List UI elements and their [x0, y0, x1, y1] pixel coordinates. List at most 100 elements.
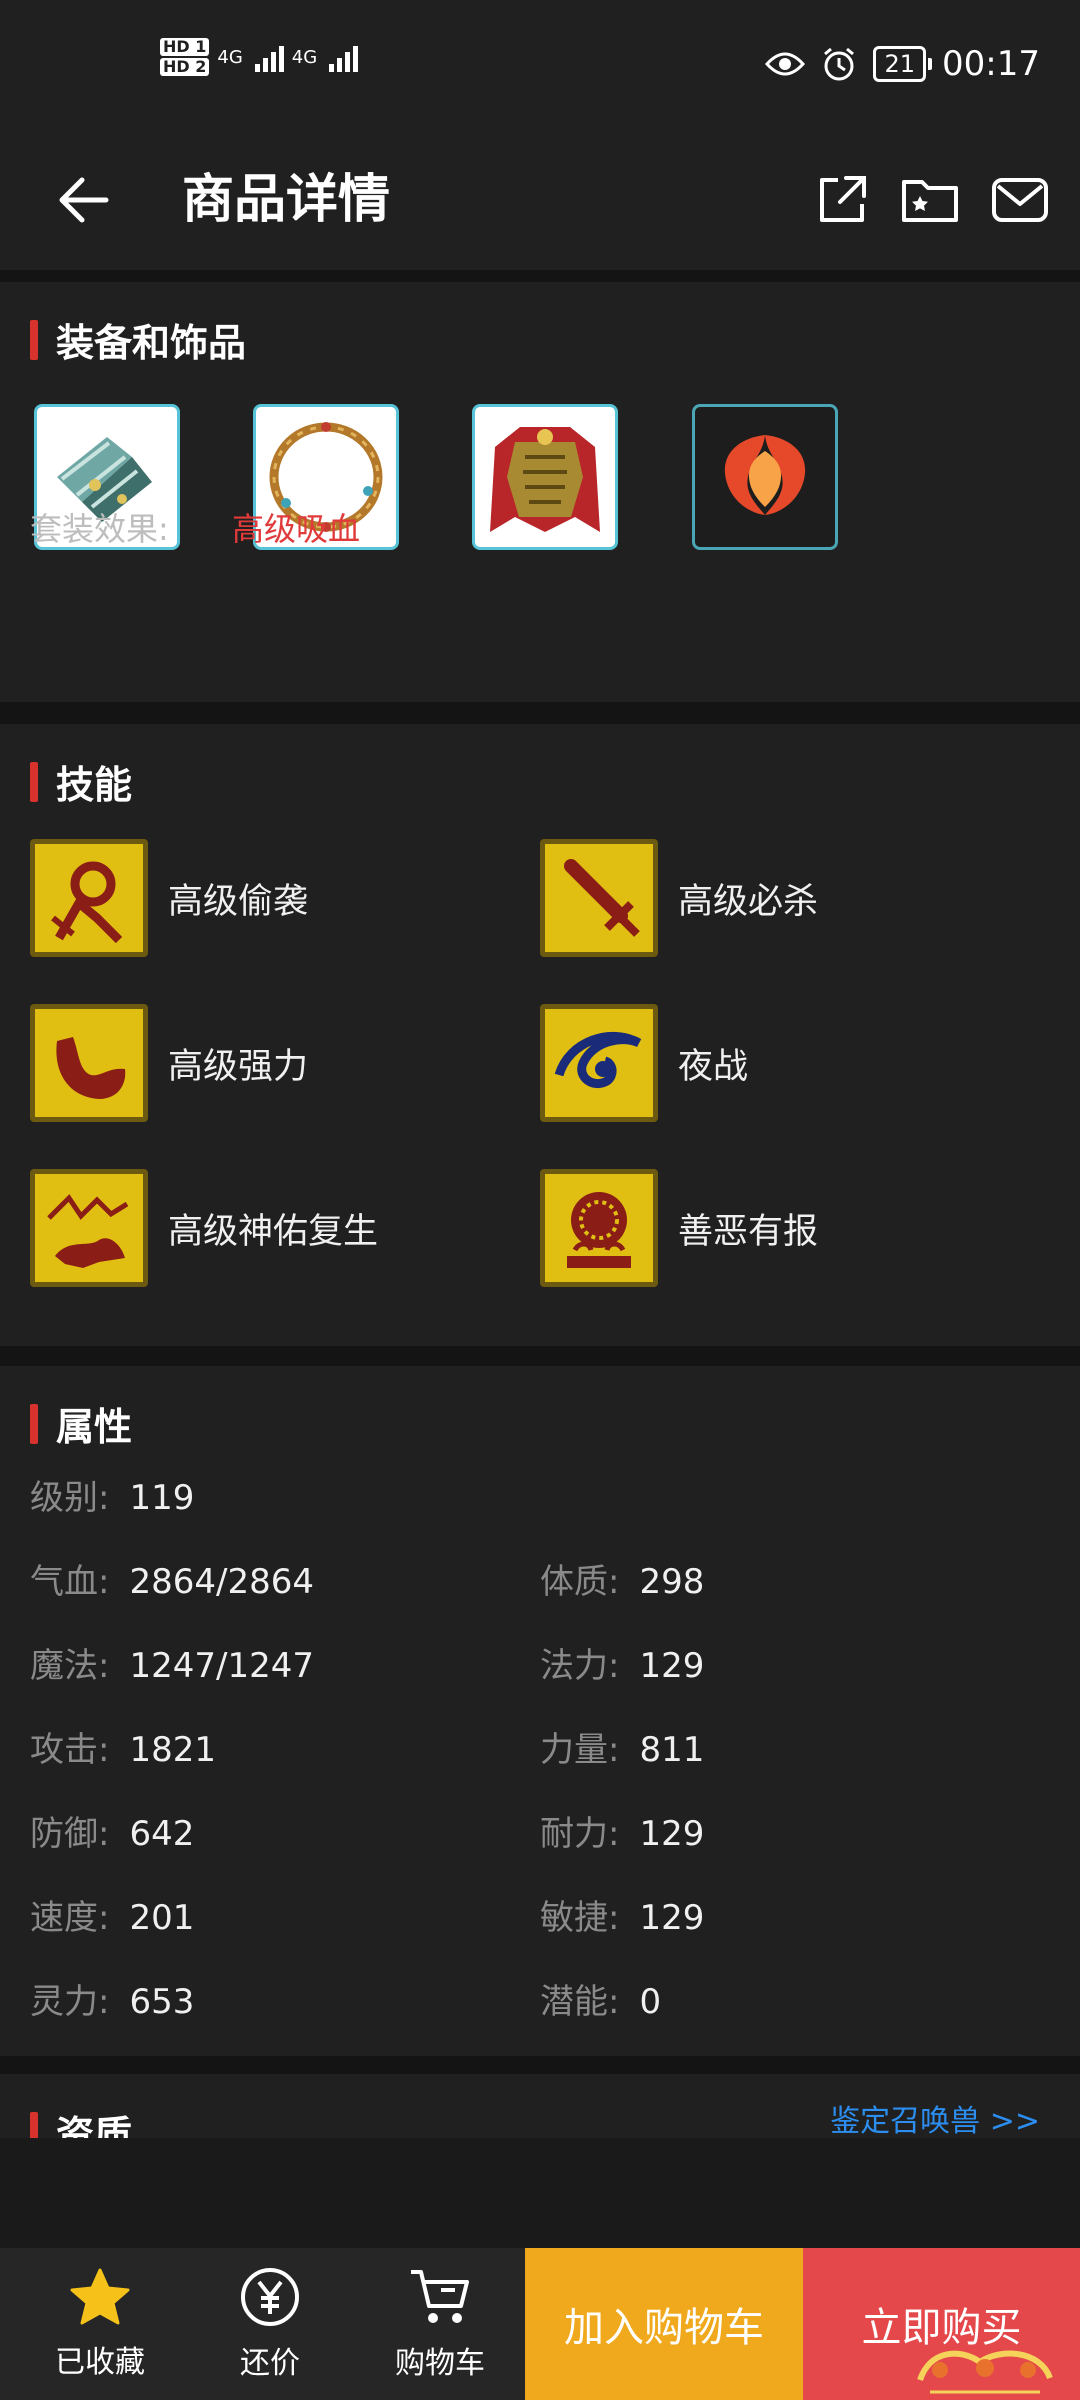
strength-arm-icon [30, 1004, 148, 1122]
attr-row-left: 魔法: 1247/1247 [30, 1638, 314, 1687]
attr-row-right: 力量: 811 [540, 1722, 704, 1771]
cart-label: 购物车 [395, 2346, 485, 2381]
sneak-attack-icon [30, 839, 148, 957]
attr-label: 攻击: [30, 1730, 110, 1770]
attr-value: 298 [639, 1562, 705, 1602]
skill-name: 高级偷袭 [168, 881, 309, 922]
skill-item[interactable]: 高级强力 [30, 1004, 308, 1122]
appraise-pet-link[interactable]: 鉴定召唤兽 >> [830, 2096, 1040, 2138]
favorite-button[interactable]: 已收藏 [15, 2248, 185, 2400]
attr-row-right: 体质: 298 [540, 1554, 704, 1603]
attr-label: 耐力: [540, 1814, 620, 1854]
network-type-1: 4G [217, 46, 243, 68]
eye-icon [540, 1004, 658, 1122]
section-title-skills: 技能 [30, 754, 132, 809]
attr-row-right: 耐力: 129 [540, 1806, 704, 1855]
attr-label: 敏捷: [540, 1898, 620, 1938]
flame-emblem-icon[interactable] [692, 404, 838, 550]
status-bar: HD 1 HD 2 4G 4G 21 00:17 [0, 0, 1080, 130]
cart-button[interactable]: 购物车 [355, 2248, 525, 2400]
attr-label: 体质: [540, 1562, 620, 1602]
skill-name: 高级必杀 [678, 881, 819, 922]
attr-level: 级别: 119 [30, 1470, 194, 1519]
favorite-folder-icon[interactable] [898, 168, 962, 232]
attr-row-right: 潜能: 0 [540, 1974, 661, 2023]
attr-value: 1821 [129, 1730, 216, 1770]
attr-label: 气血: [30, 1562, 110, 1602]
attr-row-left: 灵力: 653 [30, 1974, 194, 2023]
skill-name: 善恶有报 [678, 1211, 819, 1252]
clock: 00:17 [942, 44, 1040, 84]
forum-watermark-logo [917, 2350, 1053, 2394]
attr-value: 201 [129, 1898, 195, 1938]
attr-row-left: 气血: 2864/2864 [30, 1554, 314, 1603]
attr-value: 2864/2864 [129, 1562, 314, 1602]
armor-icon[interactable] [472, 404, 618, 550]
attr-label: 防御: [30, 1814, 110, 1854]
attributes-section: 属性 级别: 119 气血: 2864/2864 体质: 298 魔法: 1247/12… [0, 1366, 1080, 2056]
attr-value: 653 [129, 1982, 195, 2022]
skill-item[interactable]: 高级必杀 [540, 839, 818, 957]
skill-item[interactable]: 高级神佑复生 [30, 1169, 378, 1287]
app-header: 商品详情 [0, 130, 1080, 270]
signal-bars-1-icon [254, 42, 284, 72]
star-icon [70, 2268, 130, 2325]
attr-row-left: 攻击: 1821 [30, 1722, 216, 1771]
page-title: 商品详情 [182, 170, 391, 230]
section-title-attributes: 属性 [30, 1396, 132, 1451]
network-indicators: HD 1 HD 2 4G 4G [160, 38, 359, 76]
yen-coin-icon [241, 2268, 299, 2326]
attr-row-right: 法力: 129 [540, 1638, 704, 1687]
hd2-badge: HD 2 [160, 58, 210, 76]
section-title-aptitude: 资质 [30, 2104, 132, 2138]
attr-row-left: 速度: 201 [30, 1890, 194, 1939]
attr-label: 魔法: [30, 1646, 110, 1686]
skill-name: 高级神佑复生 [168, 1211, 379, 1252]
attr-value: 129 [639, 1646, 705, 1686]
attr-row-left: 防御: 642 [30, 1806, 194, 1855]
hd1-badge: HD 1 [160, 38, 210, 56]
bottom-overlay [0, 2138, 1080, 2248]
karma-icon [540, 1169, 658, 1287]
bargain-label: 还价 [240, 2346, 300, 2381]
set-effect-value: 高级吸血 [232, 510, 361, 548]
attr-value: 642 [129, 1814, 195, 1854]
bargain-button[interactable]: 还价 [185, 2248, 355, 2400]
revive-icon [30, 1169, 148, 1287]
mail-icon[interactable] [988, 168, 1052, 232]
battery-indicator: 21 [873, 46, 932, 82]
attr-label: 灵力: [30, 1982, 110, 2022]
cart-icon [411, 2270, 469, 2323]
signal-bars-2-icon [329, 42, 359, 72]
section-title-equipment: 装备和饰品 [30, 312, 246, 367]
attr-row-right: 敏捷: 129 [540, 1890, 704, 1939]
attr-value: 0 [639, 1982, 662, 2022]
skill-item[interactable]: 善恶有报 [540, 1169, 818, 1287]
sword-icon [540, 839, 658, 957]
share-icon[interactable] [810, 168, 874, 232]
back-arrow-icon[interactable] [50, 165, 120, 235]
favorite-label: 已收藏 [55, 2345, 145, 2380]
alarm-icon [824, 47, 855, 81]
skill-name: 夜战 [678, 1046, 749, 1087]
equipment-section: 装备和饰品 套装效果: 高级吸血 [0, 282, 1080, 702]
skill-name: 高级强力 [168, 1046, 309, 1087]
attr-value: 119 [129, 1478, 195, 1518]
attr-label: 潜能: [540, 1982, 620, 2022]
attr-value: 129 [639, 1814, 705, 1854]
set-effect-label: 套装效果: [30, 510, 169, 548]
attr-value: 129 [639, 1898, 705, 1938]
skill-item[interactable]: 夜战 [540, 1004, 748, 1122]
attr-label: 级别: [30, 1478, 110, 1518]
add-to-cart-button[interactable]: 加入购物车 [525, 2248, 803, 2400]
eye-comfort-icon [765, 52, 806, 76]
attr-value: 1247/1247 [129, 1646, 314, 1686]
attr-label: 速度: [30, 1898, 110, 1938]
aptitude-section: 资质 鉴定召唤兽 >> [0, 2074, 1080, 2138]
network-type-2: 4G [291, 46, 318, 68]
attr-value: 811 [639, 1730, 705, 1770]
attr-label: 力量: [540, 1730, 620, 1770]
attr-label: 法力: [540, 1646, 620, 1686]
skill-item[interactable]: 高级偷袭 [30, 839, 308, 957]
skills-section: 技能 高级偷袭 高级必杀 高级强力 夜战 高级神佑复生 善恶有报 [0, 724, 1080, 1346]
